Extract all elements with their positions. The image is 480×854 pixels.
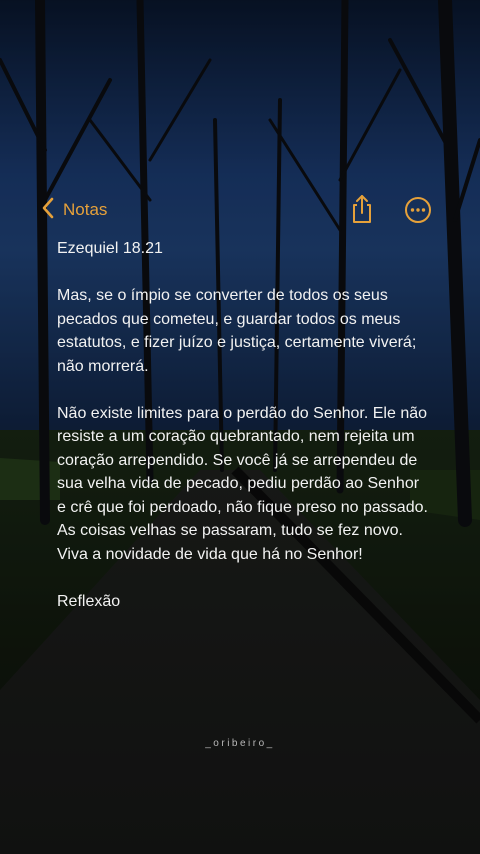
back-button[interactable]: Notas	[40, 196, 107, 224]
back-label: Notas	[63, 200, 108, 219]
note-paragraph: Mas, se o ímpio se converter de todos os…	[57, 287, 417, 375]
more-button[interactable]	[404, 196, 432, 224]
note-paragraph: Não existe limites para o perdão do Senh…	[57, 404, 428, 563]
chevron-left-icon	[40, 196, 56, 225]
navigation-bar: Notas	[0, 190, 480, 230]
note-body[interactable]: Ezequiel 18.21 Mas, se o ímpio se conver…	[57, 237, 429, 637]
note-footer: Reflexão	[57, 592, 121, 610]
share-button[interactable]	[349, 194, 375, 224]
share-icon	[353, 195, 371, 223]
watermark: _oribeiro_	[205, 738, 275, 749]
note-title: Ezequiel 18.21	[57, 240, 163, 257]
more-circle-icon	[405, 197, 431, 223]
